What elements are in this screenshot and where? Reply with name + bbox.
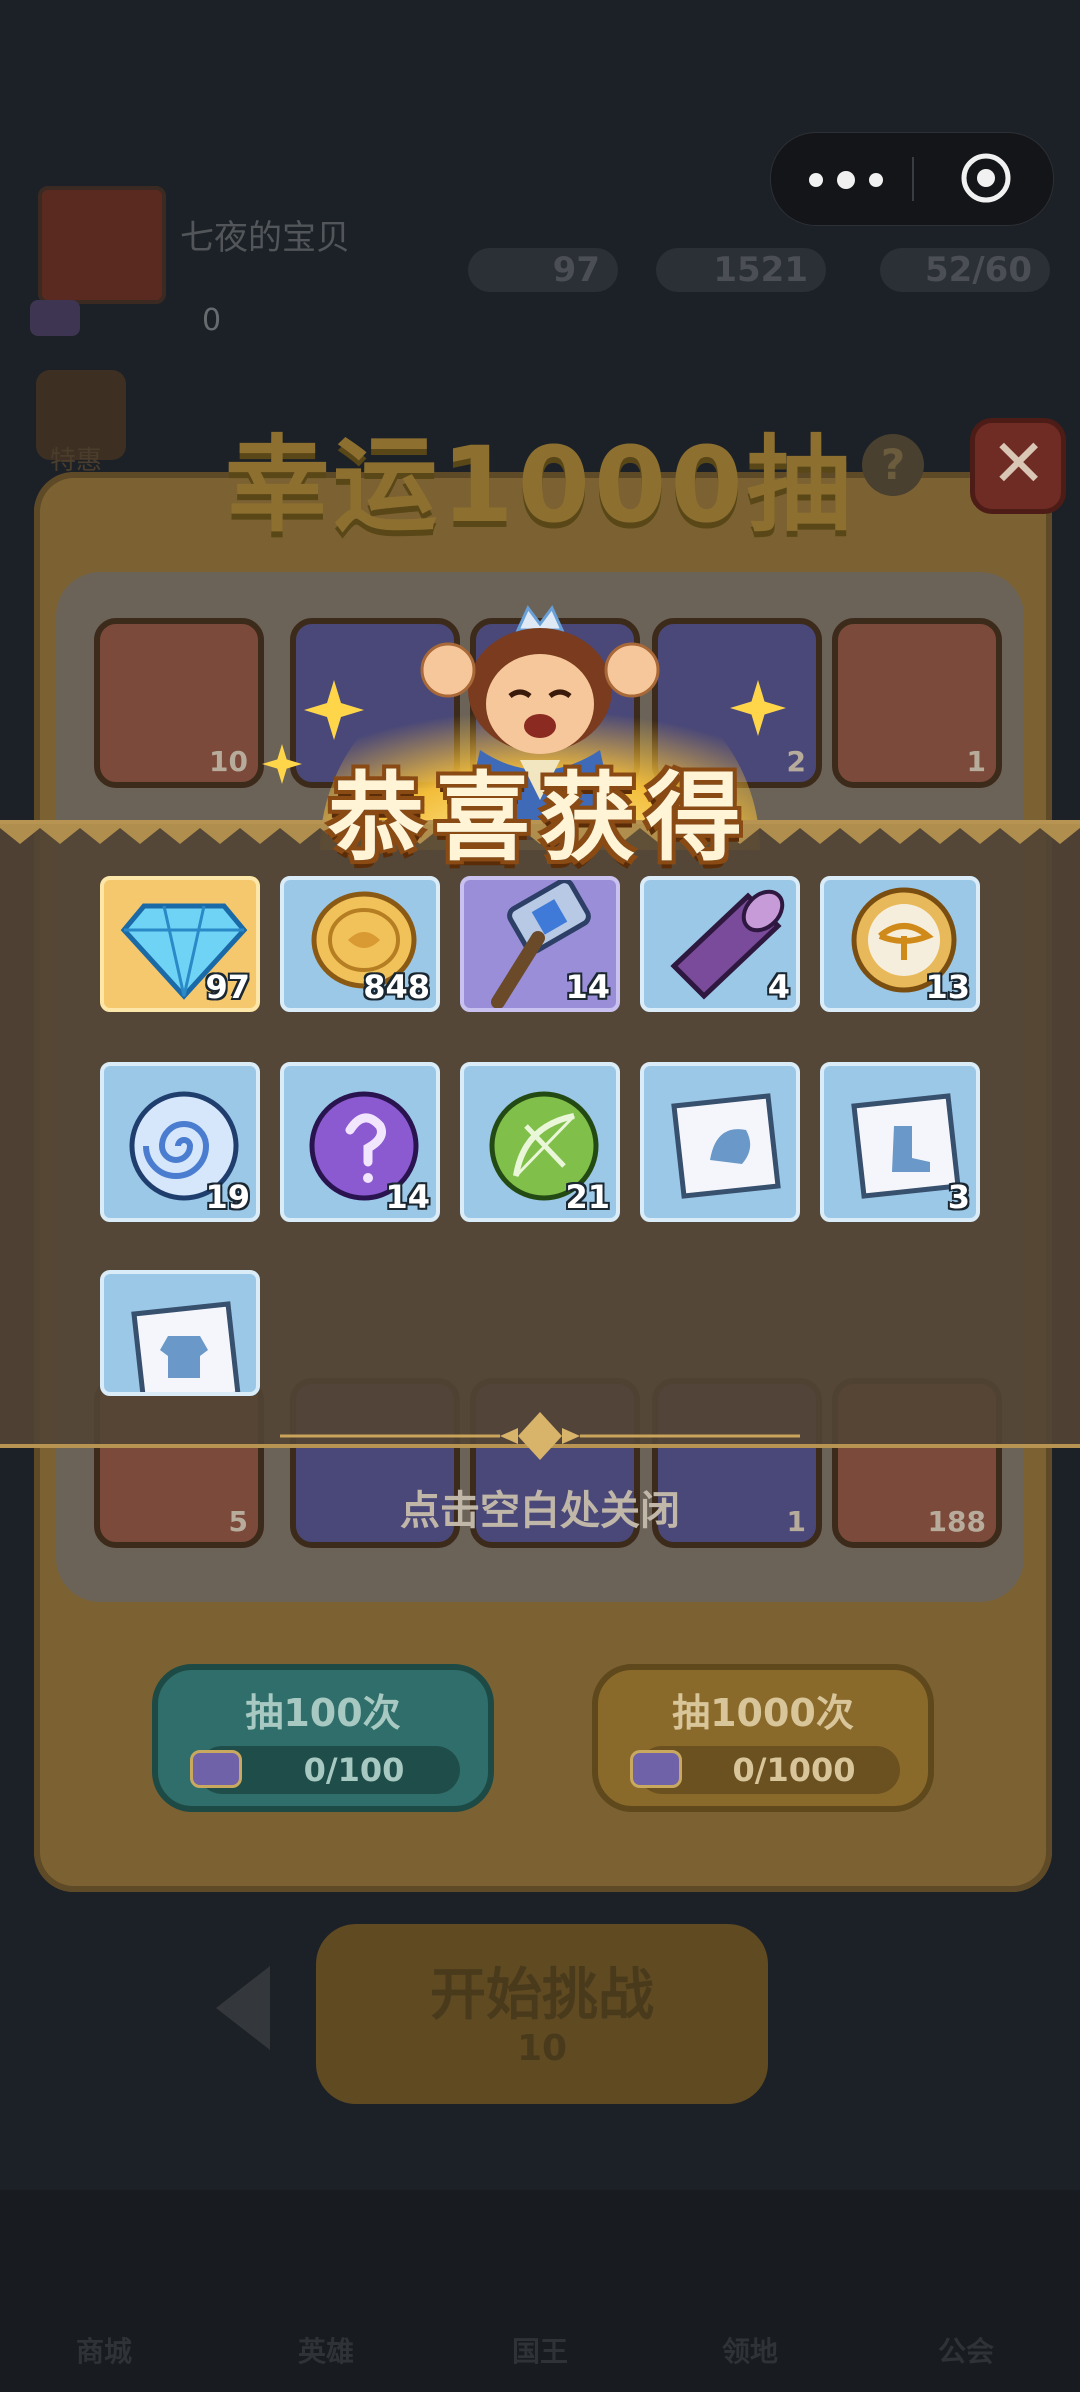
draw-1000-counter: 0/1000	[630, 1746, 900, 1794]
close-button[interactable]: ✕	[970, 418, 1066, 514]
item-quantity: 4	[767, 968, 790, 1006]
resource-gold: 1521	[656, 248, 826, 292]
item-quantity: 14	[385, 1178, 430, 1216]
previous-arrow-icon[interactable]	[216, 1966, 270, 2050]
draw-100-counter: 0/100	[190, 1746, 460, 1794]
reward-item-purple-log: 4	[640, 876, 800, 1012]
miniprogram-capsule	[770, 132, 1054, 226]
reward-item-green-bow-orb: 21	[460, 1062, 620, 1222]
item-quantity: 21	[565, 1178, 610, 1216]
reward-item-swirl-orb: 19	[100, 1062, 260, 1222]
item-quantity: 13	[925, 968, 970, 1006]
capsule-divider	[912, 157, 914, 201]
reward-item-wing-badge-coin: 13	[820, 876, 980, 1012]
nav-shop[interactable]: 商城	[44, 2330, 164, 2370]
item-quantity: 3	[947, 1178, 970, 1216]
sparkle-icon	[304, 680, 364, 740]
item-quantity: 14	[565, 968, 610, 1006]
start-challenge-label: 开始挑战	[430, 1963, 654, 2028]
nav-guild[interactable]: 公会	[906, 2330, 1026, 2370]
close-icon: ✕	[991, 425, 1047, 502]
helmet-scroll-icon	[671, 1093, 781, 1199]
more-menu-icon[interactable]	[809, 161, 919, 197]
reward-item-purple-question-orb: 14	[280, 1062, 440, 1222]
ticket-count: 0	[202, 303, 222, 338]
draw-1000-label: 抽1000次	[672, 1691, 854, 1735]
band-bottom-ornament	[280, 1412, 800, 1460]
nav-king[interactable]: 国王	[480, 2330, 600, 2370]
reward-item-gold-coin: 848	[280, 876, 440, 1012]
item-quantity: 848	[363, 968, 430, 1006]
item-quantity: 97	[205, 968, 250, 1006]
ticket-icon	[30, 300, 80, 336]
start-challenge-button[interactable]: 开始挑战 10	[316, 1924, 768, 2104]
reward-item-hammer: 14	[460, 876, 620, 1012]
draw-1000-button[interactable]: 抽1000次 0/1000	[592, 1664, 934, 1812]
nav-territory[interactable]: 领地	[690, 2330, 810, 2370]
player-name: 七夜的宝贝	[180, 218, 350, 258]
item-quantity: 19	[205, 1178, 250, 1216]
draw-100-button[interactable]: 抽100次 0/100	[152, 1664, 494, 1812]
armor-scroll-icon	[131, 1301, 241, 1392]
reward-item-armor-scroll	[100, 1270, 260, 1396]
reward-item-diamond: 97	[100, 876, 260, 1012]
draw-100-label: 抽100次	[245, 1691, 401, 1735]
sparkle-icon	[730, 680, 786, 736]
close-miniprogram-icon[interactable]	[959, 151, 1013, 205]
resource-stamina: 52/60	[880, 248, 1050, 292]
reward-item-helmet-scroll	[640, 1062, 800, 1222]
reward-title: 恭喜获得	[328, 762, 752, 874]
reward-item-boots-scroll: 3	[820, 1062, 980, 1222]
help-button[interactable]: ?	[862, 434, 924, 496]
start-challenge-cost: 10	[516, 2028, 568, 2069]
tap-to-close-hint[interactable]: 点击空白处关闭	[0, 1478, 1080, 1536]
avatar-frame[interactable]	[38, 186, 166, 304]
ticket-icon	[630, 1750, 682, 1788]
ticket-icon	[190, 1750, 242, 1788]
nav-heroes[interactable]: 英雄	[266, 2330, 386, 2370]
resource-diamonds: 97	[468, 248, 618, 292]
